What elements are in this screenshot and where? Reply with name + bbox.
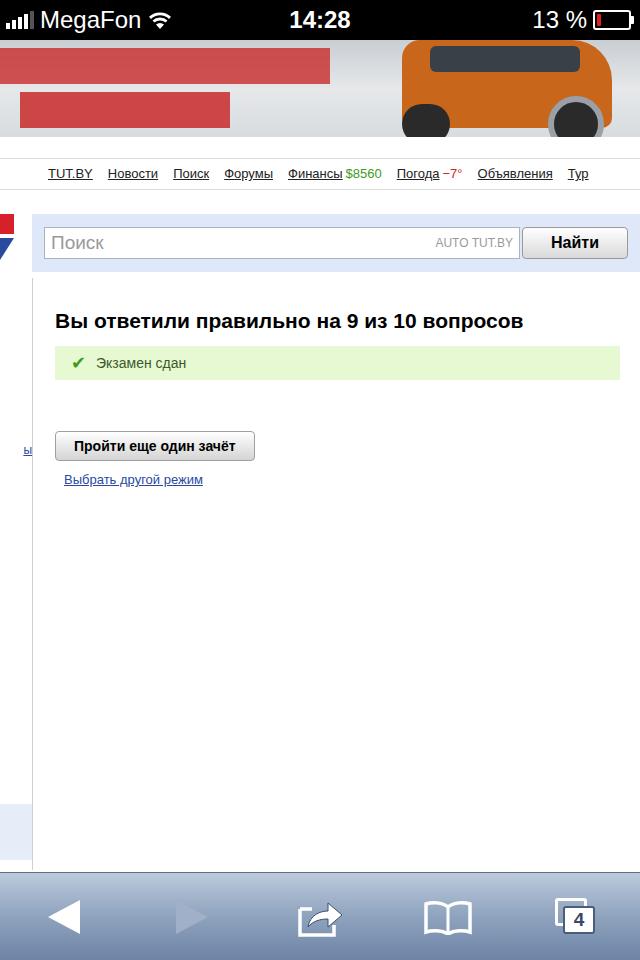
main-panel: Вы ответили правильно на 9 из 10 вопросо… (32, 278, 640, 870)
signal-bar (6, 23, 10, 29)
nav-link[interactable]: Тур (568, 164, 589, 184)
nav-value: −7° (443, 164, 463, 184)
nav-link[interactable]: TUT.BY (48, 164, 93, 184)
status-bar: MegaFon 14:28 13 % (0, 0, 640, 40)
tabs-count: 4 (574, 910, 585, 929)
back-arrow-icon[interactable] (46, 898, 82, 936)
search-bar: AUTO TUT.BY Найти (32, 214, 640, 272)
retry-button[interactable]: Пройти еще один зачёт (55, 431, 255, 461)
signal-bar (18, 17, 22, 29)
nav-item[interactable]: Объявления (478, 164, 553, 184)
nav-link[interactable]: Поиск (173, 164, 209, 184)
search-scope: AUTO TUT.BY (435, 234, 513, 252)
nav-link[interactable]: Новости (108, 164, 158, 184)
clock: 14:28 (289, 8, 350, 32)
battery-icon (593, 10, 631, 30)
nav-item[interactable]: Форумы (224, 164, 273, 184)
nav-link[interactable]: Форумы (224, 164, 273, 184)
nav-item[interactable]: Тур (568, 164, 589, 184)
wifi-icon (147, 10, 173, 30)
signal-icon (6, 11, 34, 29)
tabs-button[interactable]: 4 (555, 898, 597, 936)
battery-fill (597, 14, 601, 26)
search-button[interactable]: Найти (522, 227, 628, 259)
browser-toolbar: 4 (0, 872, 640, 960)
search-field[interactable]: AUTO TUT.BY (44, 227, 520, 259)
nav-link[interactable]: Финансы (288, 164, 343, 184)
signal-bar (12, 20, 16, 29)
mode-link[interactable]: Выбрать другой режим (64, 470, 203, 490)
nav-item[interactable]: TUT.BY (48, 164, 93, 184)
nav-item[interactable]: Финансы$8560 (288, 164, 382, 184)
carrier: MegaFon (40, 8, 141, 32)
nav-value: $8560 (346, 164, 382, 184)
left-column: ы (0, 190, 32, 872)
nav-item[interactable]: Погода−7° (397, 164, 463, 184)
nav-link[interactable]: Погода (397, 164, 440, 184)
signal-bar (24, 14, 28, 29)
sidebar-link[interactable]: ы (23, 444, 32, 456)
ad-banner[interactable] (0, 40, 640, 137)
nav-item[interactable]: Новости (108, 164, 158, 184)
check-icon: ✔ (71, 354, 86, 372)
result-status: ✔ Экзамен сдан (55, 346, 620, 380)
nav-item[interactable]: Поиск (173, 164, 209, 184)
nav-link[interactable]: Объявления (478, 164, 553, 184)
result-heading: Вы ответили правильно на 9 из 10 вопросо… (55, 308, 523, 334)
sidebar-block (0, 804, 32, 860)
top-nav: TUT.BY Новости Поиск Форумы Финансы$8560 Пого… (0, 158, 640, 190)
logo-icon (0, 214, 14, 260)
share-icon[interactable] (296, 897, 344, 937)
result-text: Экзамен сдан (96, 353, 186, 374)
bookmarks-icon[interactable] (423, 899, 473, 935)
search-input[interactable] (51, 229, 435, 258)
battery-percent: 13 % (532, 8, 587, 32)
signal-bar (30, 11, 34, 29)
forward-arrow-icon[interactable] (174, 898, 210, 936)
